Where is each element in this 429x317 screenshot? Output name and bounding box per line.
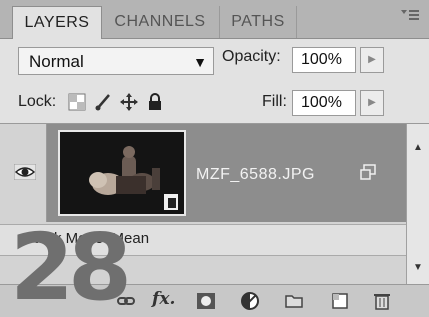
adjustment-icon[interactable] (240, 291, 260, 311)
tab-channels[interactable]: CHANNELS (101, 6, 220, 38)
panel-menu-glyph (401, 10, 419, 20)
lock-brush-icon[interactable] (94, 93, 112, 111)
layer-thumbnail[interactable] (58, 130, 186, 216)
visibility-column (0, 124, 47, 222)
lock-all-icon[interactable] (146, 93, 164, 111)
lock-fill-row: Lock: Fill: 100% ▶ (0, 83, 429, 124)
scroll-up-icon[interactable]: ▲ (413, 142, 423, 153)
group-folder-icon[interactable] (284, 291, 304, 311)
opacity-slider-arrow-icon[interactable]: ▶ (360, 47, 384, 73)
tab-paths[interactable]: PATHS (220, 6, 297, 38)
new-layer-icon[interactable] (330, 291, 350, 311)
smart-object-icon (360, 164, 376, 180)
fill-label: Fill: (262, 93, 287, 110)
blend-mode-select[interactable]: Normal ▼ (18, 47, 214, 75)
blend-opacity-row: Normal ▼ Opacity: 100% ▶ (0, 39, 429, 83)
opacity-input[interactable]: 100% (292, 47, 356, 73)
tab-layers[interactable]: LAYERS (12, 6, 102, 40)
step-number-overlay: 28 (10, 214, 132, 317)
fill-input[interactable]: 100% (292, 90, 356, 116)
layer-row[interactable]: MZF_6588.JPG (0, 124, 406, 222)
opacity-label: Opacity: (222, 48, 281, 65)
panel-tab-bar: LAYERS CHANNELS PATHS (0, 0, 429, 40)
chevron-down-icon: ▼ (193, 54, 207, 70)
blend-mode-value: Normal (29, 52, 84, 71)
eye-icon[interactable] (14, 164, 36, 180)
layer-thumbnail-image (60, 132, 184, 214)
layers-panel: LAYERS CHANNELS PATHS Normal ▼ Opacity: … (0, 0, 429, 317)
scroll-down-icon[interactable]: ▼ (413, 262, 423, 273)
lock-label: Lock: (18, 93, 57, 110)
fill-slider-arrow-icon[interactable]: ▶ (360, 90, 384, 116)
mask-icon[interactable] (196, 291, 216, 311)
panel-menu-icon[interactable] (397, 8, 423, 30)
layer-list-scrollbar[interactable]: ▲ ▼ (406, 124, 429, 284)
layer-name[interactable]: MZF_6588.JPG (196, 166, 315, 184)
trash-icon[interactable] (372, 291, 392, 311)
lock-move-icon[interactable] (120, 93, 138, 111)
fx-icon[interactable]: fx. (152, 289, 175, 309)
lock-transparent-icon[interactable] (68, 93, 86, 111)
